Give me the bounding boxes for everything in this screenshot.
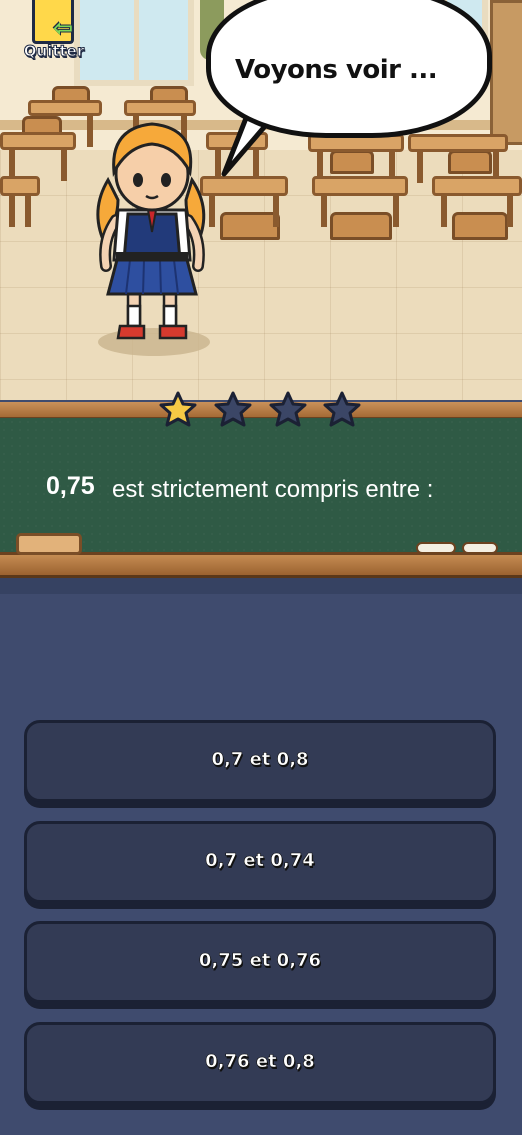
chalk-icon — [462, 542, 498, 554]
desk — [0, 132, 76, 181]
chair — [220, 212, 280, 240]
progress-stars — [158, 390, 368, 430]
answer-button-4[interactable]: 0,76 et 0,8 — [24, 1022, 496, 1104]
answer-label: 0,7 et 0,74 — [205, 850, 315, 872]
quit-label: Quitter — [23, 42, 85, 61]
star-icon-empty — [269, 391, 307, 427]
student-character — [96, 122, 210, 356]
arrow-left-icon: ⇦ — [53, 14, 74, 42]
chair — [448, 150, 492, 174]
window — [74, 0, 194, 86]
chalkboard-ledge — [0, 552, 522, 578]
eraser-icon — [16, 533, 82, 555]
star-icon-empty — [214, 391, 252, 427]
question-text: est strictement compris entre : — [112, 476, 434, 503]
speech-bubble: Voyons voir ... — [206, 0, 492, 138]
desk — [408, 134, 508, 183]
answer-list: 0,7 et 0,8 0,7 et 0,74 0,75 et 0,76 0,76… — [0, 594, 522, 1135]
star-icon-filled — [159, 391, 197, 427]
classroom-door — [490, 0, 522, 145]
star-icon-empty — [323, 391, 361, 427]
exit-door-icon: ⇦ — [32, 0, 74, 44]
answer-label: 0,76 et 0,8 — [205, 1051, 315, 1073]
chalk-icon — [416, 542, 456, 554]
answer-label: 0,75 et 0,76 — [198, 950, 322, 972]
chair — [330, 212, 392, 240]
answer-label: 0,7 et 0,8 — [211, 749, 309, 771]
desk — [312, 176, 408, 227]
quit-button[interactable]: ⇦ Quitter — [22, 0, 86, 68]
desk — [0, 176, 40, 227]
speech-bubble-text: Voyons voir ... — [235, 55, 438, 85]
chair — [330, 150, 374, 174]
chair — [452, 212, 508, 240]
answer-button-1[interactable]: 0,7 et 0,8 — [24, 720, 496, 802]
chalkboard-shadow — [0, 578, 522, 594]
desk — [432, 176, 522, 227]
question-number: 0,75 — [46, 472, 95, 500]
answer-button-3[interactable]: 0,75 et 0,76 — [24, 921, 496, 1003]
question: 0,75 est strictement compris entre : — [0, 472, 522, 512]
answer-button-2[interactable]: 0,7 et 0,74 — [24, 821, 496, 903]
